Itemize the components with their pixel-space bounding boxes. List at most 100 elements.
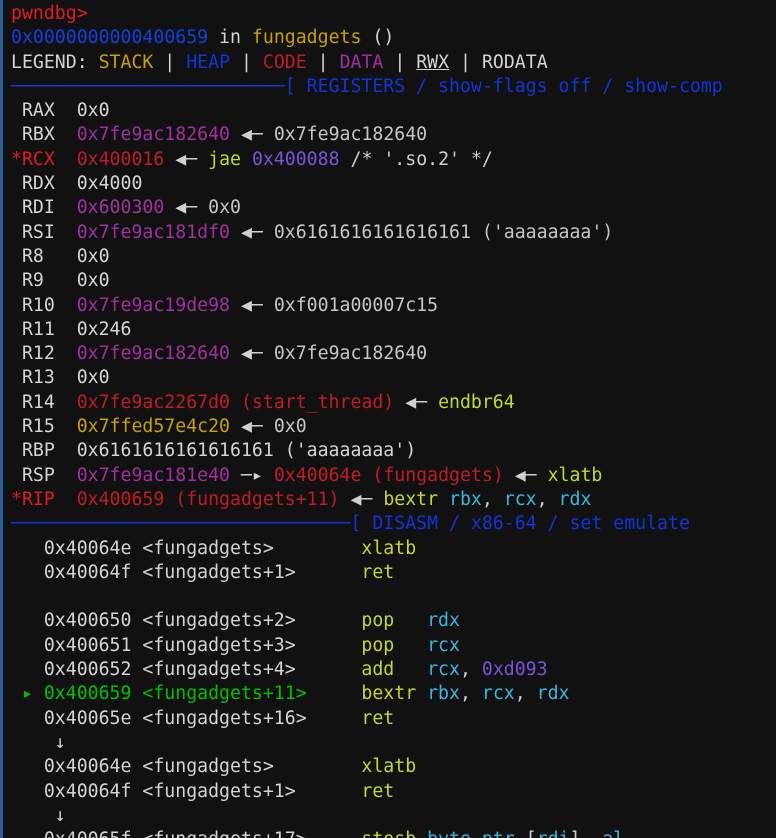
- legend-item-rwx: RWX: [416, 51, 450, 73]
- disasm-address: 0x400652 <fungadgets+4>: [43, 659, 362, 681]
- register-change-marker: [11, 367, 22, 388]
- register-row: RDI 0x600300 ◀─ 0x0: [3, 196, 776, 220]
- legend-item-rodata: RODATA: [481, 51, 548, 73]
- register-value: 0x0: [76, 245, 110, 267]
- current-instruction-pointer-icon: [11, 538, 44, 559]
- disasm-address: 0x40064e <fungadgets>: [43, 537, 362, 559]
- disasm-current-row: ▸ 0x400659 <fungadgets+11> bextr rbx, rc…: [3, 682, 776, 706]
- deref-arrow-icon: ◀─: [405, 391, 428, 413]
- disasm-mnemonic: pop: [361, 610, 428, 632]
- disasm-row: 0x40064f <fungadgets+1> ret: [3, 780, 776, 804]
- disasm-address: 0x400651 <fungadgets+3>: [43, 634, 362, 656]
- register-name: RSP: [21, 464, 77, 486]
- register-row: RDX 0x4000: [3, 172, 776, 196]
- register-row: R15 0x7ffed57e4c20 ◀─ 0x0: [3, 415, 776, 439]
- disasm-operand-register: rcx: [427, 659, 460, 681]
- register-row: R10 0x7fe9ac19de98 ◀─ 0xf001a00007c15: [3, 294, 776, 318]
- disasm-operand-register: rdx: [427, 610, 460, 632]
- deref-value: 0x0: [262, 416, 307, 438]
- register-change-marker: [11, 416, 22, 437]
- register-row: RBP 0x6161616161616161 ('aaaaaaaa'): [3, 439, 776, 463]
- disasm-address: 0x40064e <fungadgets>: [43, 756, 362, 778]
- deref-value: 0x0: [197, 197, 241, 219]
- disasm-mnemonic: stosb: [361, 829, 427, 838]
- register-row: R14 0x7fe9ac2267d0 (start_thread) ◀─ end…: [3, 391, 776, 415]
- register-name: R9: [21, 270, 77, 292]
- deref-value: [164, 149, 175, 170]
- registers-banner-text: [ REGISTERS / show-flags off / show-comp: [284, 75, 723, 97]
- disasm-row: 0x40065f <fungadgets+17> stosb byte ptr …: [3, 828, 776, 838]
- register-name: R10: [21, 294, 77, 316]
- register-change-marker: [11, 295, 22, 316]
- insn-mnemonic: bextr: [383, 488, 439, 510]
- register-change-marker: *: [11, 148, 22, 170]
- deref-arrow-icon: ◀─: [175, 148, 198, 170]
- legend-sep: |: [306, 51, 340, 73]
- stop-location-line: 0x0000000000400659 in fungadgets (): [3, 26, 776, 50]
- register-change-marker: [11, 222, 22, 243]
- register-name: RAX: [21, 100, 77, 122]
- legend-sep: |: [153, 51, 187, 73]
- register-row: R11 0x246: [3, 318, 776, 342]
- register-name: RBP: [21, 440, 77, 462]
- stop-in-keyword: in: [208, 27, 252, 49]
- register-name: R8: [21, 245, 77, 267]
- disasm-address: 0x400659 <fungadgets+11>: [43, 683, 362, 705]
- register-value: 0x400016: [76, 148, 165, 170]
- register-value: 0x7fe9ac181e40: [76, 464, 231, 486]
- registers-panel: RAX 0x0 RBX 0x7fe9ac182640 ◀─ 0x7fe9ac18…: [3, 99, 776, 512]
- deref-value: [394, 392, 405, 413]
- register-value: 0x6161616161616161 ('aaaaaaaa'): [76, 440, 417, 462]
- legend-line: LEGEND: STACK | HEAP | CODE | DATA | RWX…: [3, 51, 776, 75]
- register-row: RSP 0x7fe9ac181e40 ─▸ 0x40064e (fungadge…: [3, 464, 776, 488]
- register-value: 0x7fe9ac181df0: [76, 221, 231, 243]
- register-value: 0x7fe9ac182640: [76, 343, 231, 365]
- register-change-marker: [11, 270, 22, 291]
- deref-value: [230, 343, 241, 364]
- registers-banner: ─────────────────────────[ REGISTERS / s…: [3, 75, 776, 99]
- insn-mnemonic: xlatb: [547, 464, 603, 486]
- deref-arrow-icon: ◀─: [240, 221, 263, 243]
- register-row: R12 0x7fe9ac182640 ◀─ 0x7fe9ac182640: [3, 342, 776, 366]
- deref-value: [230, 416, 241, 437]
- deref-arrow-icon: ◀─: [240, 294, 263, 316]
- insn-mnemonic: jae: [208, 148, 241, 170]
- register-name: R11: [21, 318, 77, 340]
- register-name: R14: [21, 391, 77, 413]
- register-name: R15: [21, 416, 77, 438]
- disasm-operand-register: rbx: [427, 683, 460, 705]
- register-name: R12: [21, 343, 77, 365]
- deref-arrow-icon: ─▸: [240, 464, 263, 486]
- register-change-marker: [11, 197, 22, 218]
- prompt-line: pwndbg>: [3, 2, 776, 26]
- disasm-row: 0x40065e <fungadgets+16> ret: [3, 707, 776, 731]
- register-value: 0x600300: [76, 197, 165, 219]
- disasm-operands: rbx, rcx, rdx: [427, 683, 570, 705]
- deref-value: [230, 222, 241, 243]
- disasm-operands: byte ptr [rdi], al: [427, 829, 624, 838]
- legend-sep: |: [449, 51, 482, 73]
- register-change-marker: [11, 124, 22, 145]
- disasm-flow-arrow-row: ↓: [3, 804, 776, 828]
- register-name: RBX: [21, 124, 77, 146]
- pwndbg-prompt[interactable]: pwndbg>: [11, 3, 88, 24]
- register-row: R8 0x0: [3, 245, 776, 269]
- disasm-flow-arrow-row: ↓: [3, 731, 776, 755]
- legend-item-data: DATA: [339, 51, 384, 73]
- disasm-address: 0x40065f <fungadgets+17>: [44, 829, 362, 838]
- register-value: 0x400659 (fungadgets+11): [76, 488, 340, 510]
- current-instruction-pointer-icon: [11, 659, 44, 680]
- disasm-banner: ───────────────────────────────[ DISASM …: [3, 512, 776, 536]
- disasm-row: 0x400652 <fungadgets+4> add rcx, 0xd093: [3, 658, 776, 682]
- register-value: 0x7fe9ac2267d0 (start_thread): [76, 391, 395, 413]
- register-row: *RIP 0x400659 (fungadgets+11) ◀─ bextr r…: [11, 488, 592, 510]
- current-instruction-pointer-icon: [11, 756, 44, 777]
- register-row: R9 0x0: [3, 269, 776, 293]
- disasm-mnemonic: ret: [361, 780, 395, 802]
- insn-register: rbx: [449, 488, 482, 510]
- deref-value: 0x6161616161616161 ('aaaaaaaa'): [262, 221, 614, 243]
- deref-arrow-icon: ◀─: [175, 197, 198, 219]
- deref-value: [230, 295, 241, 316]
- register-change-marker: [11, 343, 22, 364]
- disasm-row: 0x40064f <fungadgets+1> ret: [3, 561, 776, 585]
